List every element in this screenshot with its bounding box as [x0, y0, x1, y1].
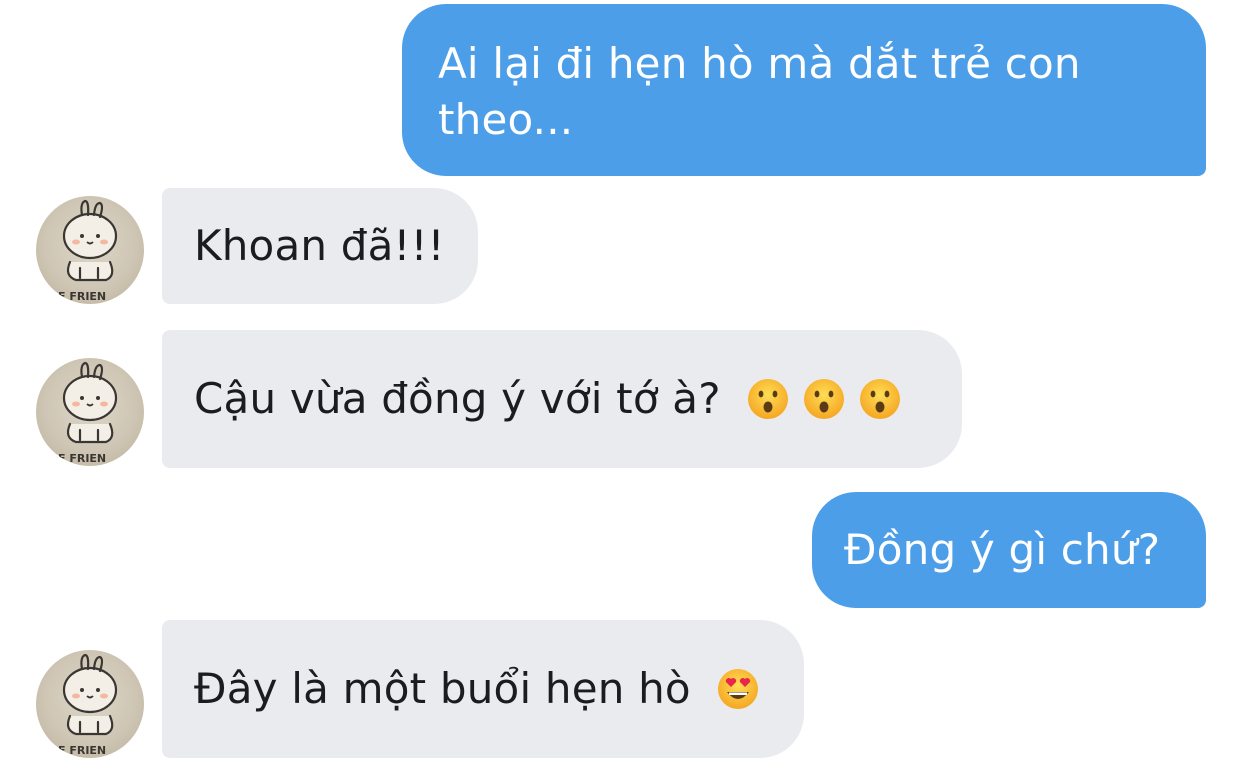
incoming-message-bubble[interactable]: Cậu vừa đồng ý với tớ à?	[162, 330, 962, 468]
outgoing-message-bubble[interactable]: Ai lại đi hẹn hò mà dắt trẻ con theo...	[402, 4, 1206, 176]
incoming-message-bubble[interactable]: Đây là một buổi hẹn hò	[162, 620, 804, 758]
incoming-message-bubble[interactable]: Khoan đã!!!	[162, 188, 478, 304]
message-text: Ai lại đi hẹn hò mà dắt trẻ con theo...	[438, 39, 1081, 144]
bunny-avatar-icon: E FRIEN	[58, 199, 118, 303]
chat-thread: Ai lại đi hẹn hò mà dắt trẻ con theo... …	[0, 0, 1242, 772]
avatar-caption: E FRIEN	[58, 452, 106, 465]
hushed-face-emoji	[802, 377, 846, 421]
avatar[interactable]: E FRIEN	[36, 196, 144, 304]
avatar[interactable]: E FRIEN	[36, 650, 144, 758]
message-text: Khoan đã!!!	[194, 221, 445, 270]
hushed-face-emoji	[858, 377, 902, 421]
message-text: Cậu vừa đồng ý với tớ à?	[194, 374, 721, 423]
avatar-caption: E FRIEN	[58, 744, 106, 757]
bunny-avatar-icon: E FRIEN	[58, 361, 118, 465]
message-text: Đồng ý gì chứ?	[844, 525, 1161, 574]
message-text: Đây là một buổi hẹn hò	[194, 664, 691, 713]
avatar[interactable]: E FRIEN	[36, 358, 144, 466]
avatar-caption: E FRIEN	[58, 290, 106, 303]
heart-eyes-emoji	[716, 667, 760, 711]
outgoing-message-bubble[interactable]: Đồng ý gì chứ?	[812, 492, 1206, 608]
bunny-avatar-icon: E FRIEN	[58, 653, 118, 757]
hushed-face-emoji	[746, 377, 790, 421]
